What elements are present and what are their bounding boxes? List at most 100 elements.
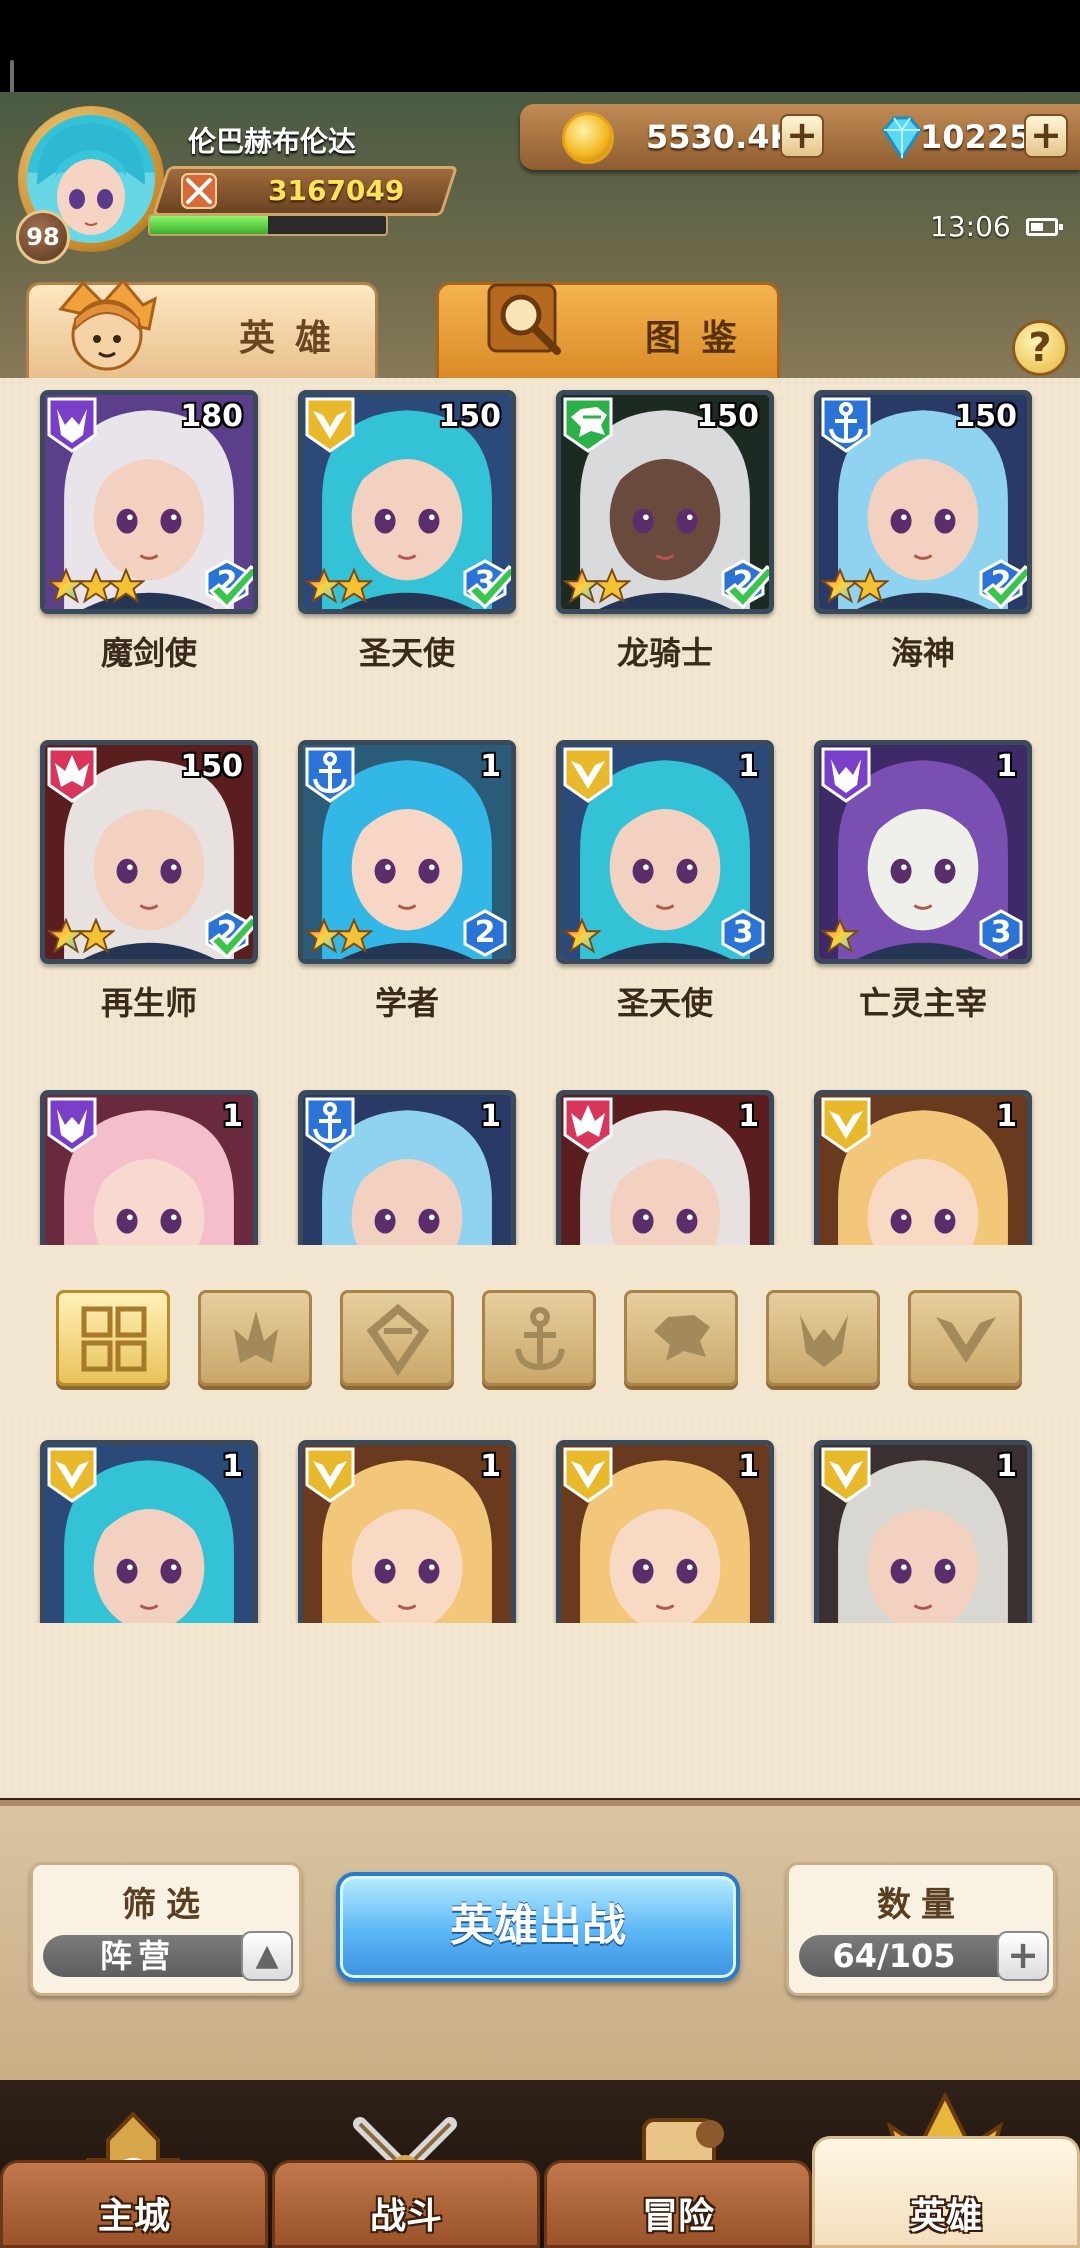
count-display: 64/105 + [799, 1931, 1049, 1981]
hero-card[interactable]: 1 [516, 1428, 774, 1623]
hero-stars [821, 917, 859, 959]
faction-beast-icon [563, 397, 613, 453]
deploy-heroes-button[interactable]: 英雄出战 [336, 1872, 740, 1982]
hero-portrait[interactable]: 150 3 [298, 390, 516, 614]
add-gems-button[interactable]: + [1024, 114, 1068, 158]
crossed-swords-icon [181, 173, 217, 209]
hero-level: 1 [738, 1449, 759, 1484]
hero-card[interactable]: 1 [0, 1428, 258, 1623]
hero-level: 1 [222, 1099, 243, 1134]
star-icon [563, 917, 601, 954]
hero-stars [563, 567, 631, 609]
add-gold-button[interactable]: + [780, 114, 824, 158]
count-value: 64/105 [832, 1937, 956, 1975]
hero-name: 亡灵主宰 [858, 984, 987, 1022]
filter-demon-icon [800, 1315, 848, 1367]
hero-card[interactable]: 1 2 学者 [258, 728, 516, 1078]
nav-item-3[interactable]: 英雄 [812, 2136, 1080, 2248]
hero-portrait[interactable]: 150 2 [40, 740, 258, 964]
check-mark-icon [982, 565, 1027, 609]
faction-holy-icon [563, 1447, 613, 1503]
expand-capacity-button[interactable]: + [997, 1931, 1049, 1981]
star-icon [593, 567, 631, 604]
hero-name: 学者 [374, 984, 439, 1022]
hero-card[interactable]: 150 2 海神 [774, 378, 1032, 728]
star-icon [821, 917, 859, 954]
battery-icon [1026, 218, 1063, 236]
exp-bar [148, 214, 388, 236]
hero-name: 海神 [890, 634, 955, 672]
hero-level: 150 [180, 749, 243, 784]
filter-holy-light-button[interactable] [340, 1290, 454, 1386]
filter-title: 筛选 [122, 1885, 210, 1925]
tab-heroes-label: 英雄 [239, 318, 352, 359]
hero-portrait[interactable]: 180 2 [40, 390, 258, 614]
hero-level: 1 [222, 1449, 243, 1484]
nav-item-1[interactable]: 战斗 [272, 2160, 540, 2248]
status-bar [0, 0, 1080, 92]
hero-portrait[interactable]: 1 [298, 1440, 516, 1623]
faction-holy-icon [305, 397, 355, 453]
hero-card[interactable]: 150 2 龙骑士 [516, 378, 774, 728]
hero-name: 龙骑士 [616, 634, 713, 672]
hero-portrait[interactable]: 1 [814, 1440, 1032, 1623]
nav-label: 英雄 [909, 2196, 982, 2237]
filter-holy-button[interactable] [908, 1290, 1022, 1386]
faction-sea-icon [305, 1097, 355, 1153]
hero-stars [563, 917, 601, 959]
hero-card[interactable]: 1 [258, 1428, 516, 1623]
chevron-up-icon[interactable]: ▲ [241, 1931, 293, 1981]
hero-portrait[interactable]: 150 2 [556, 390, 774, 614]
faction-demon-icon [821, 747, 871, 803]
hero-level: 150 [954, 399, 1017, 434]
star-icon [851, 567, 889, 604]
filter-sea-button[interactable] [482, 1290, 596, 1386]
star-icon [335, 917, 373, 954]
filter-nature-button[interactable] [198, 1290, 312, 1386]
hero-card[interactable]: 150 3 圣天使 [258, 378, 516, 728]
check-mark-icon [208, 565, 253, 609]
hero-level: 1 [480, 1099, 501, 1134]
hero-stars [821, 567, 889, 609]
hero-portrait[interactable]: 13 [556, 740, 774, 964]
hero-level: 1 [738, 1099, 759, 1134]
tab-heroes[interactable]: 英雄 [26, 279, 378, 382]
faction-holy-icon [47, 1447, 97, 1503]
faction-sea-icon [821, 397, 871, 453]
faction-holy-icon [563, 747, 613, 803]
hero-card[interactable]: 1 [774, 1428, 1032, 1623]
hero-grade: 2 [474, 915, 496, 950]
filter-all-icon [81, 1306, 147, 1372]
filter-beast-button[interactable] [624, 1290, 738, 1386]
nav-item-0[interactable]: 主城 [0, 2160, 268, 2248]
hero-card[interactable]: 180 2 魔剑使 [0, 378, 258, 728]
faction-holy-icon [821, 1447, 871, 1503]
faction-nature-icon [563, 1097, 613, 1153]
hero-level: 1 [738, 749, 759, 784]
nav-item-2[interactable]: 冒险 [544, 2160, 812, 2248]
hero-card[interactable]: 150 2 再生师 [0, 728, 258, 1078]
filter-select[interactable]: 阵营 ▲ [43, 1931, 293, 1981]
hero-level: 1 [996, 1449, 1017, 1484]
hero-level: 1 [480, 749, 501, 784]
hero-portrait[interactable]: 1 [40, 1440, 258, 1623]
filter-holy-light-icon [366, 1303, 430, 1377]
hero-portrait[interactable]: 150 2 [814, 390, 1032, 614]
hero-grade: 3 [732, 915, 754, 950]
filter-beast-icon [654, 1315, 710, 1361]
hero-card[interactable]: 1 3 圣天使 [516, 728, 774, 1078]
filter-select-value: 阵营 [99, 1937, 176, 1975]
filter-all-button[interactable] [56, 1290, 170, 1386]
hero-portrait[interactable]: 1 [556, 1440, 774, 1623]
hero-portrait[interactable]: 12 [298, 740, 516, 964]
help-icon[interactable]: ? [1012, 320, 1068, 376]
combat-power-value: 3167049 [268, 174, 405, 207]
faction-demon-icon [47, 397, 97, 453]
filter-demon-button[interactable] [766, 1290, 880, 1386]
player-level-badge: 98 [16, 210, 70, 264]
star-icon [107, 567, 145, 604]
hero-card[interactable]: 1 3 亡灵主宰 [774, 728, 1032, 1078]
tab-codex[interactable]: 图鉴 [436, 282, 780, 382]
knight-helmet-icon [58, 279, 158, 371]
hero-portrait[interactable]: 13 [814, 740, 1032, 964]
